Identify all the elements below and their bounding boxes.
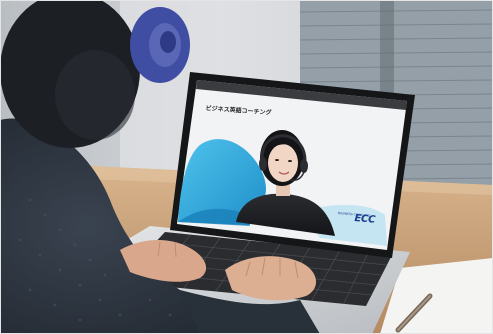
scene	[0, 0, 493, 334]
photo: ビジネス英語コーチング BUSINESS COACHING ECC	[0, 0, 493, 334]
